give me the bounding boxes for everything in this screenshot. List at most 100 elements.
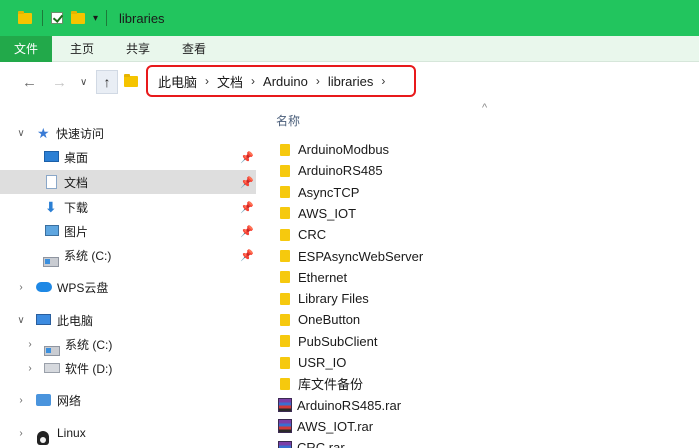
tab-view[interactable]: 查看 — [168, 36, 220, 62]
sidebar-item-label: 系统 (C:) — [64, 248, 112, 263]
sidebar-item-label: Linux — [57, 426, 86, 440]
cloud-icon — [36, 282, 52, 292]
chevron-right-icon[interactable]: › — [16, 428, 26, 439]
title-bar: ▾ libraries — [0, 0, 699, 36]
list-item[interactable]: AWS_IOT — [276, 203, 656, 224]
up-arrow-icon[interactable]: ↑ — [96, 70, 118, 94]
sidebar-item-this-pc[interactable]: ∨ 此电脑 — [0, 308, 256, 332]
sort-ascending-icon[interactable]: ^ — [482, 102, 487, 114]
file-name: OneButton — [298, 312, 361, 328]
folder-icon — [280, 228, 290, 241]
list-item[interactable]: ArduinoRS485 — [276, 160, 656, 181]
back-arrow-icon[interactable]: ← — [22, 74, 37, 91]
folder-icon — [18, 10, 32, 24]
file-name: 库文件备份 — [298, 377, 364, 393]
breadcrumb-separator[interactable]: › — [381, 74, 385, 88]
list-item[interactable]: Ethernet — [276, 267, 656, 288]
column-header-name[interactable]: 名称 — [276, 112, 300, 129]
sidebar-item-pictures[interactable]: 图片 📌 — [0, 219, 256, 243]
computer-icon — [36, 314, 51, 325]
list-item[interactable]: PubSubClient — [276, 331, 656, 352]
file-name: Ethernet — [298, 269, 348, 285]
sidebar-item-label: 图片 — [64, 224, 89, 239]
list-item[interactable]: AWS_IOT.rar — [276, 416, 656, 437]
list-item[interactable]: 库文件备份 — [276, 373, 656, 394]
divider — [106, 10, 108, 26]
desktop-icon — [44, 151, 59, 162]
tab-file[interactable]: 文件 — [0, 35, 53, 62]
folder-icon — [280, 292, 290, 305]
pin-icon: 📌 — [240, 249, 254, 262]
chevron-down-icon[interactable]: ∨ — [16, 128, 26, 139]
chevron-right-icon[interactable]: › — [16, 282, 26, 293]
file-name: CRC — [298, 227, 327, 243]
chevron-down-icon[interactable]: ∨ — [16, 315, 26, 326]
sidebar-item-pc-system-c[interactable]: › 系统 (C:) — [0, 332, 256, 356]
list-item[interactable]: OneButton — [276, 309, 656, 330]
address-bar[interactable]: 此电脑 › 文档 › Arduino › libraries › — [146, 65, 416, 97]
pin-icon: 📌 — [240, 151, 254, 164]
chevron-right-icon[interactable]: › — [16, 395, 26, 406]
documents-icon — [46, 175, 57, 189]
file-name: USR_IO — [298, 355, 347, 370]
address-row: ← → ∨ ↑ 此电脑 › 文档 › Arduino › libraries › — [0, 62, 699, 104]
file-name: AWS_IOT.rar — [297, 418, 374, 434]
breadcrumb-libraries[interactable]: libraries — [328, 74, 374, 89]
folder-icon — [280, 271, 290, 284]
folder-icon — [280, 356, 290, 369]
location-folder-icon — [124, 74, 138, 87]
chevron-right-icon[interactable]: › — [25, 363, 35, 374]
breadcrumb-separator[interactable]: › — [251, 74, 255, 88]
file-name: CRC.rar — [297, 440, 345, 448]
breadcrumb-arduino[interactable]: Arduino — [263, 74, 308, 89]
sidebar-item-linux[interactable]: › Linux — [0, 421, 256, 445]
sidebar-item-wps-cloud[interactable]: › WPS云盘 — [0, 275, 256, 299]
folder-icon — [280, 335, 290, 348]
sidebar-item-network[interactable]: › 网络 — [0, 388, 256, 412]
breadcrumb-separator[interactable]: › — [316, 74, 320, 88]
breadcrumb-documents[interactable]: 文档 — [217, 72, 243, 91]
sidebar-item-documents[interactable]: 文档 📌 — [0, 170, 256, 194]
folder-icon — [280, 186, 290, 199]
divider — [42, 10, 43, 26]
breadcrumb-separator[interactable]: › — [205, 74, 209, 88]
file-name: ArduinoRS485 — [298, 163, 383, 179]
list-item[interactable]: ArduinoRS485.rar — [276, 395, 656, 416]
list-item[interactable]: Library Files — [276, 288, 656, 309]
rar-archive-icon — [278, 419, 292, 434]
ribbon-tabs: 文件 主页 共享 查看 — [0, 35, 699, 62]
recent-locations-icon[interactable]: ∨ — [80, 77, 87, 88]
sidebar-item-label: 系统 (C:) — [65, 337, 113, 352]
new-folder-icon[interactable] — [71, 10, 85, 24]
sidebar-item-software-d[interactable]: › 软件 (D:) — [0, 356, 256, 380]
sidebar-item-system-c[interactable]: 系统 (C:) 📌 — [0, 243, 256, 267]
tab-share[interactable]: 共享 — [112, 36, 164, 62]
list-item[interactable]: CRC — [276, 224, 656, 245]
file-name: AWS_IOT — [298, 205, 357, 221]
file-list: ^ 名称 ArduinoModbus ArduinoRS485 AsyncTCP AW… — [256, 102, 699, 448]
folder-icon — [280, 164, 290, 177]
sidebar-item-downloads[interactable]: ⬇ 下载 📌 — [0, 195, 256, 219]
list-item[interactable]: USR_IO — [276, 352, 656, 373]
folder-icon — [280, 250, 290, 262]
download-icon: ⬇ — [45, 199, 57, 215]
sidebar-item-quick-access[interactable]: ∨ ★ 快速访问 — [0, 121, 256, 145]
sidebar-item-label: 下载 — [64, 200, 89, 215]
linux-penguin-icon — [37, 431, 49, 445]
sidebar-item-label: 网络 — [57, 393, 82, 408]
customize-toolbar-icon[interactable]: ▾ — [93, 13, 98, 24]
chevron-right-icon[interactable]: › — [25, 339, 35, 350]
file-name: ESPAsyncWebServer — [298, 248, 424, 264]
list-item[interactable]: CRC.rar — [276, 437, 656, 448]
list-item[interactable]: AsyncTCP — [276, 182, 656, 203]
properties-icon[interactable] — [51, 12, 63, 24]
sidebar-item-desktop[interactable]: 桌面 📌 — [0, 145, 256, 169]
tab-home[interactable]: 主页 — [56, 36, 108, 62]
navigation-pane: ∨ ★ 快速访问 桌面 📌 文档 📌 ⬇ 下载 📌 图片 📌 系统 (C:) 📌… — [0, 104, 256, 448]
rar-archive-icon — [278, 398, 292, 413]
breadcrumb-this-pc[interactable]: 此电脑 — [158, 72, 197, 91]
forward-arrow-icon[interactable]: → — [52, 74, 67, 91]
list-item[interactable]: ESPAsyncWebServer — [276, 246, 656, 267]
list-item[interactable]: ArduinoModbus — [276, 139, 656, 160]
sidebar-item-label: 文档 — [64, 175, 89, 190]
